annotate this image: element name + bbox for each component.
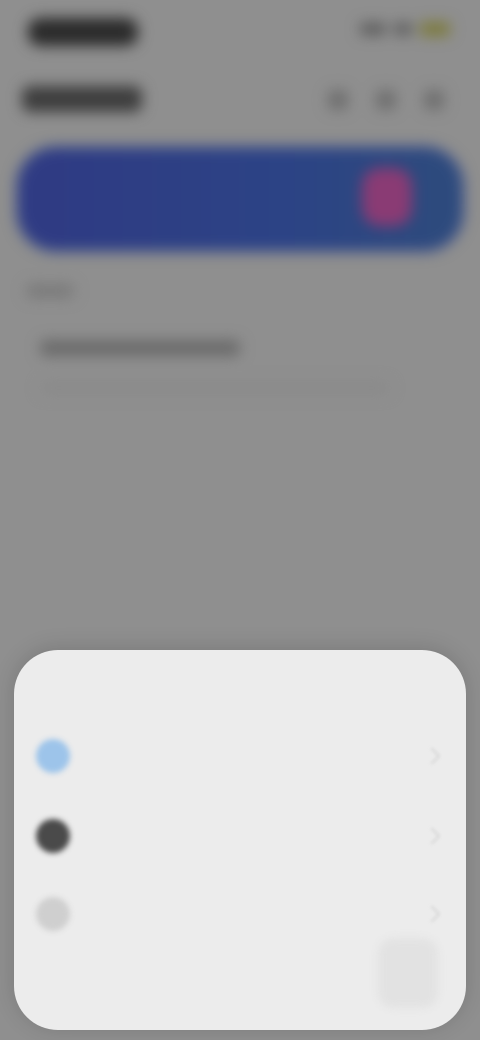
list-item-subtitle <box>40 382 390 394</box>
page-title: Wallet <box>22 86 142 112</box>
shield-icon <box>362 168 412 226</box>
signal-icon <box>360 23 386 35</box>
wifi-icon <box>394 23 412 35</box>
add-icon[interactable] <box>376 90 396 110</box>
battery-icon <box>420 22 450 36</box>
chevron-right-icon <box>423 905 441 923</box>
chevron-right-icon <box>423 827 441 845</box>
sheet-option-3[interactable] <box>26 886 456 942</box>
search-icon[interactable] <box>328 90 348 110</box>
header-actions <box>328 90 444 110</box>
sheet-decoration <box>378 938 438 1008</box>
list-item-title[interactable] <box>40 340 240 356</box>
chevron-right-icon <box>423 747 441 765</box>
section-label <box>26 284 74 298</box>
sheet-option-1[interactable] <box>26 728 456 784</box>
sheet-option-2[interactable] <box>26 808 456 864</box>
more-icon[interactable] <box>424 90 444 110</box>
circle-icon <box>36 819 70 853</box>
promo-banner[interactable] <box>20 150 460 248</box>
status-icons <box>360 22 450 36</box>
globe-icon <box>36 739 70 773</box>
bottom-sheet <box>14 650 466 1030</box>
link-icon <box>36 897 70 931</box>
status-time: 9:41 <box>28 18 138 46</box>
